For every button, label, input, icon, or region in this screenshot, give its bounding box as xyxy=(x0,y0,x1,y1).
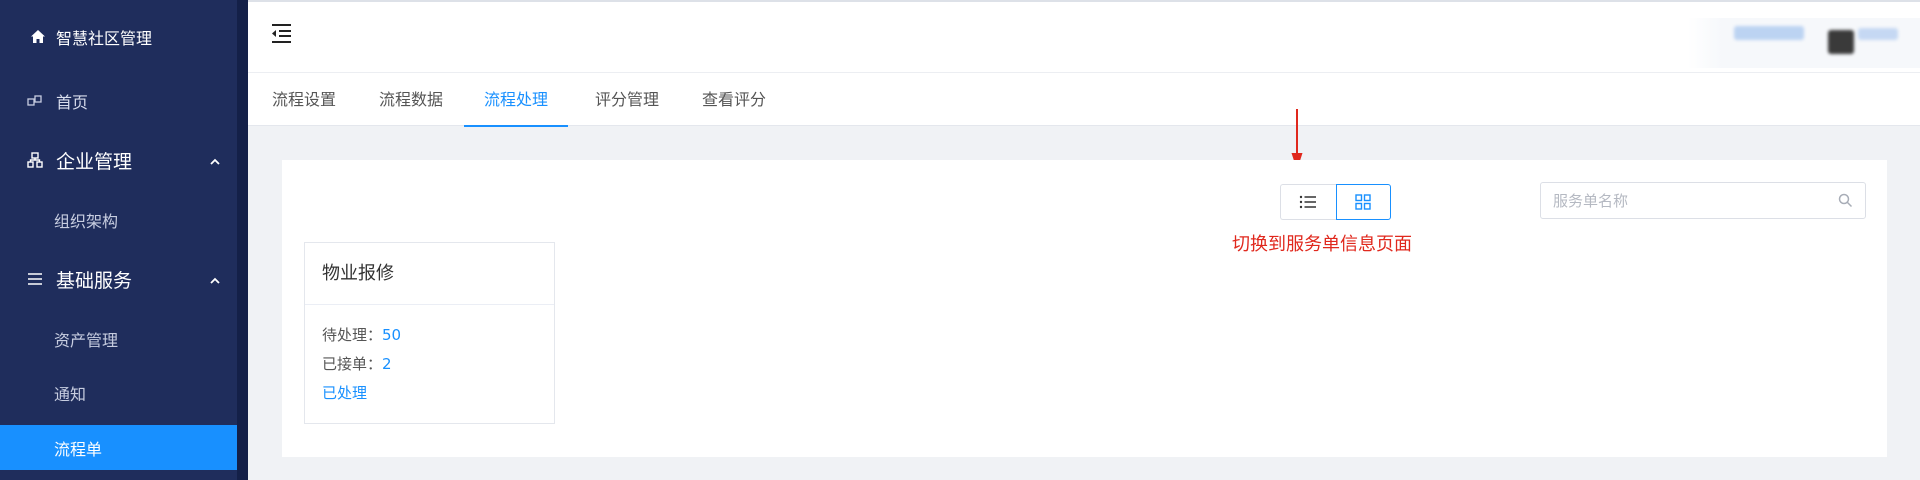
tab-process-data[interactable]: 流程数据 xyxy=(377,73,445,126)
annotation-text: 切换到服务单信息页面 xyxy=(1232,234,1412,255)
sidebar-item-label: 流程单 xyxy=(54,439,103,459)
tabs-bar: 流程设置 流程数据 流程处理 评分管理 查看评分 xyxy=(248,73,1920,127)
sidebar-item-org-structure[interactable]: 组织架构 xyxy=(54,207,237,233)
user-info-area[interactable] xyxy=(1688,18,1920,68)
collapse-sidebar-button[interactable] xyxy=(270,22,294,44)
sidebar-group-label: 基础服务 xyxy=(56,269,133,292)
chevron-up-icon xyxy=(209,149,221,171)
main-content: 物业报修 待处理：50 已接单：2 已处理 xyxy=(282,160,1887,457)
service-order-search xyxy=(1540,182,1866,219)
brand[interactable]: 智慧社区管理 xyxy=(30,24,152,50)
tab-label: 评分管理 xyxy=(594,90,659,109)
menu-fold-icon xyxy=(272,24,291,43)
search-input[interactable] xyxy=(1553,183,1833,218)
list-view-button[interactable] xyxy=(1280,184,1336,220)
search-icon[interactable] xyxy=(1838,193,1853,208)
tab-label: 流程数据 xyxy=(378,90,443,109)
sidebar-group-basic-services[interactable]: 基础服务 xyxy=(26,265,221,293)
accepted-count[interactable]: 2 xyxy=(382,355,392,373)
sidebar-item-label: 首页 xyxy=(56,93,89,112)
processed-link[interactable]: 已处理 xyxy=(322,379,537,408)
user-meta-blur xyxy=(1858,28,1898,40)
app-root: 智慧社区管理 首页 企业管理 组织架构 基础服务 资产管理 通知 流程单 流程设… xyxy=(0,0,1920,480)
process-card[interactable]: 物业报修 待处理：50 已接单：2 已处理 xyxy=(304,242,555,424)
username-blur xyxy=(1734,26,1804,40)
tab-label: 流程处理 xyxy=(483,90,548,109)
tab-process-handling[interactable]: 流程处理 xyxy=(464,73,568,127)
sidebar-item-label: 通知 xyxy=(54,385,87,404)
tab-view-ratings[interactable]: 查看评分 xyxy=(700,73,768,126)
grid-view-button[interactable] xyxy=(1335,184,1391,220)
sidebar: 智慧社区管理 首页 企业管理 组织架构 基础服务 资产管理 通知 流程单 xyxy=(0,0,248,480)
grid-icon xyxy=(1355,194,1371,210)
sidebar-item-notice[interactable]: 通知 xyxy=(54,380,237,406)
sidebar-item-home[interactable]: 首页 xyxy=(26,88,237,114)
org-icon xyxy=(26,151,44,169)
home-icon xyxy=(31,30,45,43)
list-icon xyxy=(1300,195,1317,209)
sidebar-group-label: 企业管理 xyxy=(56,150,133,173)
menu-lines-icon xyxy=(26,270,44,288)
dashboard-icon xyxy=(26,92,44,110)
sidebar-group-enterprise[interactable]: 企业管理 xyxy=(26,146,221,174)
pending-row: 待处理：50 xyxy=(322,321,537,350)
sidebar-item-label: 组织架构 xyxy=(54,212,119,231)
card-body: 待处理：50 已接单：2 已处理 xyxy=(305,305,554,424)
pending-label: 待处理： xyxy=(322,326,383,344)
accepted-row: 已接单：2 xyxy=(322,350,537,379)
accepted-label: 已接单： xyxy=(322,355,383,373)
sidebar-item-asset-management[interactable]: 资产管理 xyxy=(54,326,237,352)
tab-label: 查看评分 xyxy=(701,90,766,109)
tab-rating-management[interactable]: 评分管理 xyxy=(593,73,661,126)
card-title: 物业报修 xyxy=(305,243,554,305)
pending-count[interactable]: 50 xyxy=(382,326,401,344)
avatar xyxy=(1828,30,1854,54)
header-border xyxy=(248,0,1920,2)
view-toggle xyxy=(1280,184,1391,220)
sidebar-item-label: 资产管理 xyxy=(54,331,119,350)
sidebar-edge xyxy=(237,0,248,480)
brand-label: 智慧社区管理 xyxy=(56,29,153,48)
tab-label: 流程设置 xyxy=(271,90,336,109)
chevron-up-icon xyxy=(209,268,221,290)
top-header xyxy=(248,0,1920,73)
sidebar-item-process-order[interactable]: 流程单 xyxy=(0,425,237,470)
tab-process-settings[interactable]: 流程设置 xyxy=(270,73,338,126)
